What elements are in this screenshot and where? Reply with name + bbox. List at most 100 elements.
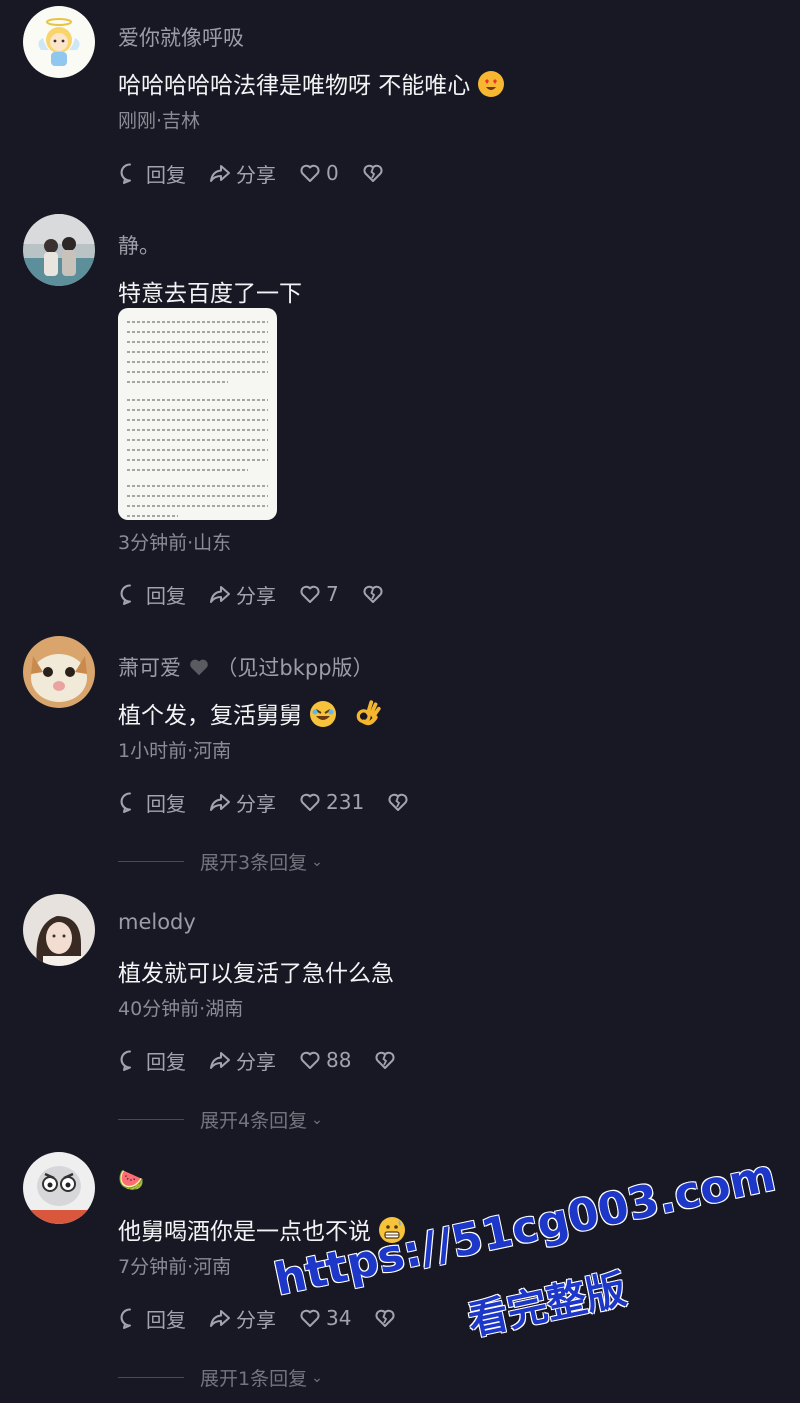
watermark-caption: 看完整版 xyxy=(464,1266,631,1345)
reply-button[interactable]: 回复 xyxy=(118,1304,186,1333)
share-button[interactable]: 分享 xyxy=(208,1046,276,1075)
avatar-cartoon-image xyxy=(23,1152,95,1224)
comment-meta: 1小时前·河南 xyxy=(118,740,232,762)
divider-line xyxy=(118,861,184,862)
expand-replies-label: 展开4条回复 xyxy=(200,1110,308,1132)
share-label: 分享 xyxy=(236,162,276,187)
comment-username[interactable]: 萧可爱 （见过bkpp版） xyxy=(118,652,374,683)
rolling-laughing-emoji-icon xyxy=(310,701,336,727)
like-count: 0 xyxy=(326,161,339,185)
comment-username[interactable]: 静。 xyxy=(118,230,160,260)
comment-text: 哈哈哈哈哈法律是唯物呀 不能唯心 xyxy=(118,66,505,100)
share-arrow-icon xyxy=(210,586,230,603)
like-count: 231 xyxy=(326,790,365,814)
broken-heart-icon xyxy=(363,164,383,182)
comment-actions: 回复 分享 7 xyxy=(118,579,407,609)
expand-replies-label: 展开3条回复 xyxy=(200,852,308,874)
chat-bubble-icon xyxy=(120,1308,131,1329)
chat-bubble-icon xyxy=(120,792,131,813)
share-label: 分享 xyxy=(236,791,276,816)
gray-heart-icon xyxy=(188,656,210,683)
avatar-girl-image xyxy=(23,894,95,966)
dislike-button[interactable] xyxy=(386,790,410,814)
heart-icon xyxy=(300,164,320,182)
expand-replies-button[interactable]: 展开3条回复 ⌄ xyxy=(118,848,323,875)
chevron-down-icon: ⌄ xyxy=(311,1369,323,1386)
like-button[interactable]: 7 xyxy=(298,582,339,606)
like-button[interactable]: 34 xyxy=(298,1306,351,1330)
comment-username[interactable]: 🍉 xyxy=(118,1168,144,1193)
broken-heart-icon xyxy=(363,585,383,603)
share-button[interactable]: 分享 xyxy=(208,1304,276,1333)
share-button[interactable]: 分享 xyxy=(208,788,276,817)
avatar-photo-image xyxy=(23,214,95,286)
comment-text: 植发就可以复活了急什么急 xyxy=(118,961,394,987)
like-button[interactable]: 88 xyxy=(298,1048,351,1072)
dislike-button[interactable] xyxy=(373,1048,397,1072)
like-button[interactable]: 0 xyxy=(298,161,339,185)
share-arrow-icon xyxy=(210,165,230,182)
share-button[interactable]: 分享 xyxy=(208,159,276,188)
heart-icon xyxy=(300,1309,320,1327)
comment-meta: 7分钟前·河南 xyxy=(118,1256,232,1278)
comment-actions: 回复 分享 231 xyxy=(118,787,432,817)
comment-meta: 40分钟前·湖南 xyxy=(118,998,244,1020)
username-text: 萧可爱 xyxy=(118,656,181,680)
dislike-button[interactable] xyxy=(361,582,385,606)
share-arrow-icon xyxy=(210,1052,230,1069)
share-arrow-icon xyxy=(210,794,230,811)
like-button[interactable]: 231 xyxy=(298,790,364,814)
avatar[interactable] xyxy=(23,1152,95,1224)
avatar-cat-image xyxy=(23,636,95,708)
dislike-button[interactable] xyxy=(373,1306,397,1330)
reply-label: 回复 xyxy=(146,1049,186,1074)
reply-button[interactable]: 回复 xyxy=(118,788,186,817)
heart-icon xyxy=(300,585,320,603)
comment-username[interactable]: 爱你就像呼吸 xyxy=(118,22,244,52)
heart-eyes-emoji-icon xyxy=(478,71,505,97)
comment-meta: 刚刚·吉林 xyxy=(118,110,201,132)
comment-actions: 回复 分享 0 xyxy=(118,158,407,188)
expand-replies-button[interactable]: 展开1条回复 ⌄ xyxy=(118,1364,323,1391)
comment-text: 植个发，复活舅舅 xyxy=(118,696,382,733)
comment-text-content: 哈哈哈哈哈法律是唯物呀 不能唯心 xyxy=(118,73,471,99)
avatar[interactable] xyxy=(23,894,95,966)
chat-bubble-icon xyxy=(120,584,131,605)
comment-username[interactable]: melody xyxy=(118,910,196,934)
like-count: 7 xyxy=(326,582,339,606)
avatar[interactable] xyxy=(23,6,95,78)
chevron-down-icon: ⌄ xyxy=(311,853,323,870)
expand-replies-button[interactable]: 展开4条回复 ⌄ xyxy=(118,1106,323,1133)
reply-label: 回复 xyxy=(146,791,186,816)
avatar[interactable] xyxy=(23,636,95,708)
reply-label: 回复 xyxy=(146,162,186,187)
reply-button[interactable]: 回复 xyxy=(118,1046,186,1075)
attached-document-image[interactable] xyxy=(118,308,277,520)
like-count: 34 xyxy=(326,1306,352,1330)
comment-actions: 回复 分享 34 xyxy=(118,1303,419,1333)
comment-text: 特意去百度了一下 xyxy=(118,281,302,307)
broken-heart-icon xyxy=(388,793,408,811)
broken-heart-icon xyxy=(375,1051,395,1069)
like-count: 88 xyxy=(326,1048,352,1072)
chevron-down-icon: ⌄ xyxy=(311,1111,323,1128)
heart-icon xyxy=(300,1051,320,1069)
document-text-preview xyxy=(127,321,268,517)
dislike-button[interactable] xyxy=(361,161,385,185)
reply-button[interactable]: 回复 xyxy=(118,159,186,188)
reply-button[interactable]: 回复 xyxy=(118,580,186,609)
chat-bubble-icon xyxy=(120,163,131,184)
username-suffix: （见过bkpp版） xyxy=(216,656,374,680)
divider-line xyxy=(118,1377,184,1378)
share-label: 分享 xyxy=(236,1307,276,1332)
heart-icon xyxy=(300,793,320,811)
share-label: 分享 xyxy=(236,583,276,608)
comment-meta: 3分钟前·山东 xyxy=(118,532,232,554)
ok-hand-emoji-icon xyxy=(354,699,382,733)
avatar[interactable] xyxy=(23,214,95,286)
share-button[interactable]: 分享 xyxy=(208,580,276,609)
expand-replies-label: 展开1条回复 xyxy=(200,1368,308,1390)
reply-label: 回复 xyxy=(146,583,186,608)
divider-line xyxy=(118,1119,184,1120)
comment-text-content: 植个发，复活舅舅 xyxy=(118,703,302,729)
